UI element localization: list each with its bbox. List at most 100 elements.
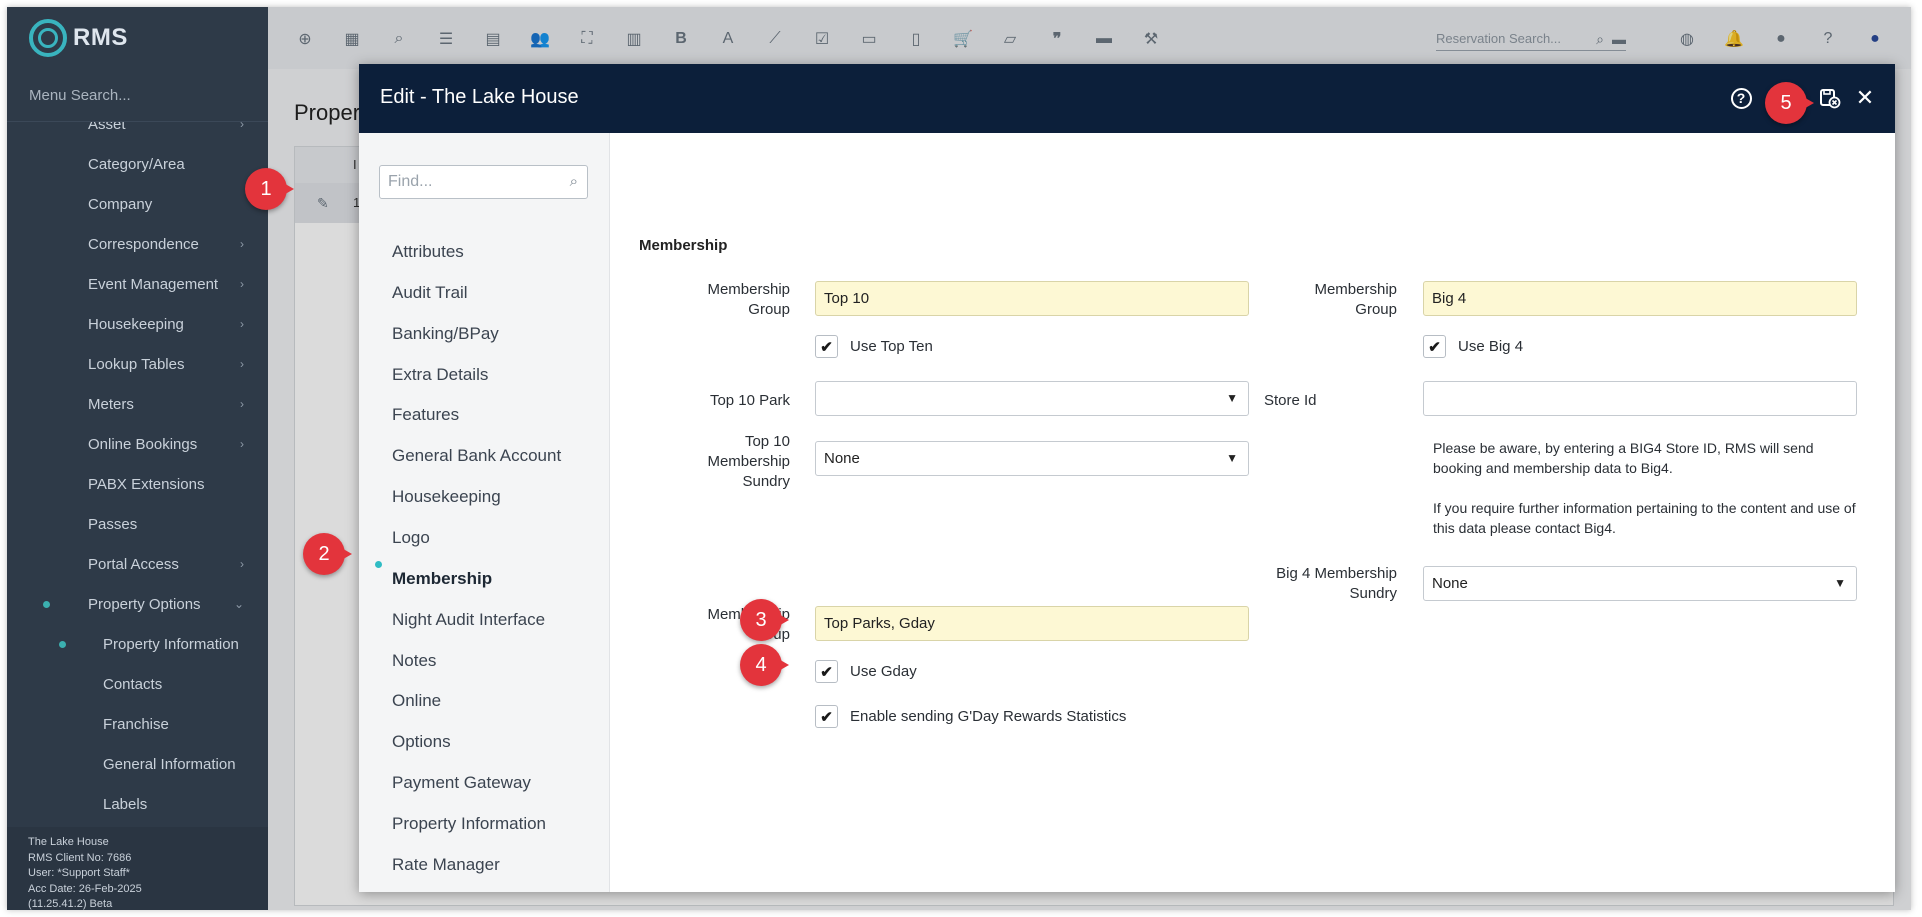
chevron-down-icon: ▼ (1226, 451, 1238, 465)
use-big4-checkbox[interactable]: ✔ (1423, 335, 1446, 358)
sidebar-item-contacts[interactable]: Contacts (7, 664, 268, 704)
sidebar-item-franchise[interactable]: Franchise (7, 704, 268, 744)
sidebar-item-online-bookings[interactable]: Online Bookings › (7, 424, 268, 464)
find-field[interactable]: ⌕ (379, 165, 588, 199)
chevron-right-icon: › (240, 557, 244, 571)
rms-logo[interactable]: RMS (29, 19, 128, 57)
sidebar-item-category-area[interactable]: Category/Area (7, 144, 268, 184)
active-dot-icon (59, 640, 66, 648)
sidebar-item-pabx-extensions[interactable]: PABX Extensions (7, 464, 268, 504)
sidebar-item-meters[interactable]: Meters › (7, 384, 268, 424)
sidebar-item-correspondence[interactable]: Correspondence › (7, 224, 268, 264)
sidebar-item-asset[interactable]: Asset › (7, 122, 268, 144)
big4-sundry-select[interactable]: None ▼ (1423, 566, 1857, 601)
sidebar-item-labels[interactable]: Labels (7, 784, 268, 824)
active-dot-icon (43, 600, 50, 608)
sidebar-menu: Asset › Category/Area Company Corresponde… (7, 122, 268, 832)
nav-online[interactable]: Online (392, 691, 441, 711)
nav-general-bank-account[interactable]: General Bank Account (392, 446, 561, 466)
nav-night-audit-interface[interactable]: Night Audit Interface (392, 610, 545, 630)
gday-membership-group-input[interactable]: Top Parks, Gday (815, 606, 1249, 641)
nav-extra-details[interactable]: Extra Details (392, 365, 488, 385)
callout-1: 1 (245, 168, 294, 210)
sidebar-item-passes[interactable]: Passes (7, 504, 268, 544)
callout-5: 5 (1765, 82, 1814, 124)
help-icon[interactable]: ? (1729, 86, 1753, 110)
use-gday-label: Use Gday (850, 663, 917, 680)
top10-park-label: Top 10 Park (709, 392, 790, 409)
big4-notice-1: Please be aware, by entering a BIG4 Stor… (1433, 440, 1814, 476)
top10-sundry-label: Top 10 Membership Sundry (707, 433, 790, 490)
sidebar-item-company[interactable]: Company (7, 184, 268, 224)
footer-user: User: *Support Staff* (28, 867, 130, 879)
big4-membership-group-label: Membership Group (1314, 281, 1397, 318)
nav-payment-gateway[interactable]: Payment Gateway (392, 773, 531, 793)
footer-acc-date: Acc Date: 26-Feb-2025 (28, 882, 142, 895)
chevron-right-icon: › (240, 277, 244, 291)
callout-3: 3 (740, 599, 789, 641)
chevron-right-icon: › (240, 122, 244, 131)
use-top-ten-label: Use Top Ten (850, 338, 933, 355)
sidebar-item-event-management[interactable]: Event Management › (7, 264, 268, 304)
callout-4: 4 (740, 644, 789, 686)
membership-panel: Membership Membership Group Top 10 ✔ Use… (610, 133, 1895, 892)
chevron-right-icon: › (240, 397, 244, 411)
top10-membership-group-input[interactable]: Top 10 (815, 281, 1249, 316)
nav-audit-trail[interactable]: Audit Trail (392, 283, 468, 303)
top10-park-select[interactable]: ▼ (815, 381, 1249, 416)
nav-options[interactable]: Options (392, 732, 451, 752)
sidebar-item-general-information[interactable]: General Information (7, 744, 268, 784)
footer-version: (11.25.41.2) Beta (28, 898, 113, 910)
chevron-down-icon: ⌄ (233, 597, 244, 611)
use-top-ten-checkbox[interactable]: ✔ (815, 335, 838, 358)
sidebar: RMS Menu Search... Asset › Category/Area … (7, 7, 268, 910)
chevron-down-icon: ▼ (1226, 391, 1238, 405)
big4-membership-group-input[interactable]: Big 4 (1423, 281, 1857, 316)
active-dot-icon (375, 561, 382, 568)
nav-membership[interactable]: Membership (392, 569, 492, 589)
membership-group-label: Membership Group (707, 281, 790, 318)
nav-features[interactable]: Features (392, 405, 459, 425)
big4-sundry-label: Big 4 Membership Sundry (1276, 565, 1397, 602)
edit-property-modal: Edit - The Lake House ? ✕ ⌕ Attributes A… (359, 64, 1895, 892)
modal-title: Edit - The Lake House (380, 86, 579, 108)
nav-notes[interactable]: Notes (392, 651, 436, 671)
nav-logo[interactable]: Logo (392, 528, 430, 548)
sidebar-footer: The Lake House RMS Client No: 7686 User:… (7, 827, 268, 910)
chevron-right-icon: › (240, 437, 244, 451)
gday-rewards-statistics-checkbox[interactable]: ✔ (815, 705, 838, 728)
modal-nav: ⌕ Attributes Audit Trail Banking/BPay Ex… (359, 133, 610, 892)
logo-text: RMS (73, 24, 128, 51)
footer-property: The Lake House (28, 836, 109, 848)
menu-search-input[interactable]: Menu Search... (29, 87, 131, 104)
nav-attributes[interactable]: Attributes (392, 242, 464, 262)
store-id-input[interactable] (1423, 381, 1857, 416)
callout-2: 2 (303, 533, 352, 575)
footer-client: RMS Client No: 7686 (28, 851, 132, 864)
nav-rate-manager[interactable]: Rate Manager (392, 855, 500, 875)
modal-header: Edit - The Lake House ? ✕ (359, 64, 1895, 133)
chevron-right-icon: › (240, 357, 244, 371)
sidebar-item-housekeeping[interactable]: Housekeeping › (7, 304, 268, 344)
chevron-right-icon: › (240, 317, 244, 331)
section-title: Membership (639, 237, 728, 254)
nav-housekeeping[interactable]: Housekeeping (392, 487, 501, 507)
sidebar-item-lookup-tables[interactable]: Lookup Tables › (7, 344, 268, 384)
nav-banking-bpay[interactable]: Banking/BPay (392, 324, 499, 344)
big4-notice-2: If you require further information perta… (1433, 500, 1856, 536)
logo-mark-icon (29, 19, 67, 57)
nav-property-information[interactable]: Property Information (392, 814, 546, 834)
sidebar-item-property-information[interactable]: Property Information (7, 624, 268, 664)
use-gday-checkbox[interactable]: ✔ (815, 660, 838, 683)
chevron-right-icon: › (240, 237, 244, 251)
sidebar-item-portal-access[interactable]: Portal Access › (7, 544, 268, 584)
search-icon[interactable]: ⌕ (570, 173, 578, 190)
chevron-down-icon: ▼ (1834, 576, 1846, 590)
save-close-icon[interactable] (1818, 86, 1842, 110)
sidebar-item-property-options[interactable]: Property Options ⌄ (7, 584, 268, 624)
use-big4-label: Use Big 4 (1458, 338, 1524, 355)
top10-sundry-select[interactable]: None ▼ (815, 441, 1249, 476)
find-input[interactable] (380, 166, 555, 198)
gday-rewards-statistics-label: Enable sending G'Day Rewards Statistics (850, 708, 1127, 725)
close-icon[interactable]: ✕ (1853, 85, 1877, 110)
